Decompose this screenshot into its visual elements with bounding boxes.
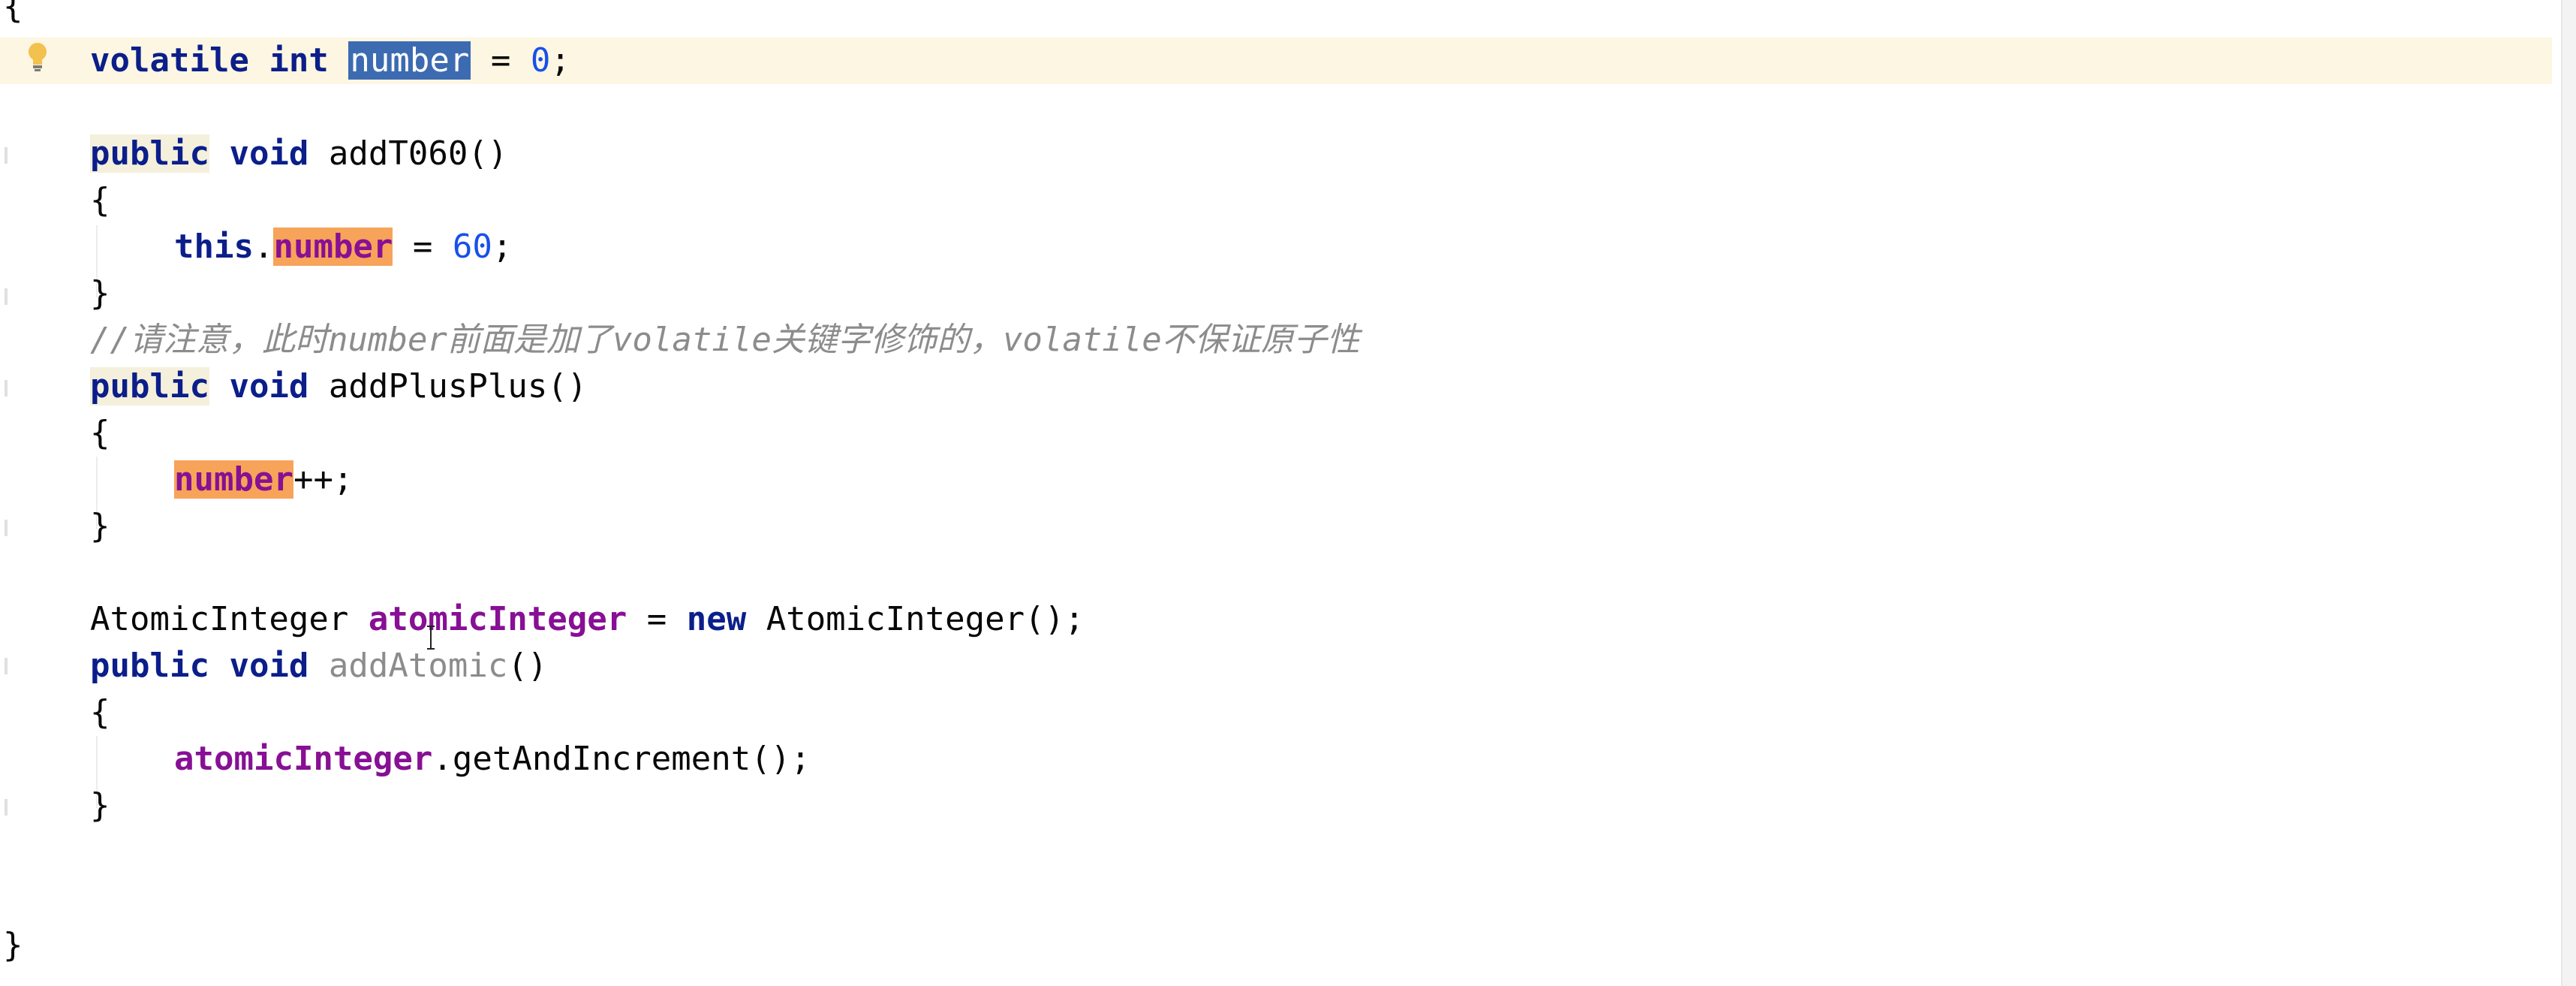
- code-line[interactable]: }: [0, 922, 2552, 969]
- code-line[interactable]: public void addT060(): [0, 131, 2552, 177]
- keyword: void: [229, 134, 309, 173]
- selected-identifier[interactable]: number: [348, 41, 471, 80]
- keyword: int: [269, 41, 329, 80]
- brace: {: [90, 414, 110, 452]
- method-signature: public void addPlusPlus(): [90, 363, 587, 410]
- code-line[interactable]: {: [0, 177, 2552, 224]
- code-line[interactable]: //请注意，此时number前面是加了volatile关键字修饰的，volati…: [0, 317, 2552, 363]
- number-literal: 0: [530, 41, 551, 80]
- code-line[interactable]: {: [0, 0, 2552, 30]
- keyword: public: [90, 647, 209, 685]
- brace: }: [90, 786, 110, 825]
- keyword: public: [90, 134, 209, 173]
- brace: {: [90, 693, 110, 731]
- number-literal: 60: [452, 228, 492, 266]
- brace: {: [90, 181, 110, 219]
- code-line[interactable]: atomicInteger.getAndIncrement();: [0, 736, 2552, 782]
- constructor-call: AtomicInteger();: [746, 600, 1085, 638]
- method-call-statement: atomicInteger.getAndIncrement();: [174, 736, 811, 782]
- brace: }: [90, 507, 110, 545]
- assignment-statement: this.number = 60;: [174, 224, 512, 270]
- comment: //请注意，此时number前面是加了volatile关键字修饰的，volati…: [90, 321, 1360, 359]
- method-call: .getAndIncrement();: [432, 740, 811, 778]
- code-line-current[interactable]: volatile int number = 0;: [0, 38, 2552, 84]
- code-line[interactable]: }: [0, 782, 2552, 829]
- code-line[interactable]: public void addAtomic(): [0, 643, 2552, 689]
- method-signature: public void addAtomic(): [90, 643, 547, 689]
- keyword: new: [686, 600, 747, 638]
- operator: =: [471, 41, 531, 80]
- brace: }: [3, 926, 23, 964]
- code-line[interactable]: {: [0, 410, 2552, 457]
- code-line[interactable]: }: [0, 503, 2552, 550]
- keyword: this: [174, 228, 254, 266]
- semicolon: ;: [492, 228, 513, 266]
- keyword: void: [229, 647, 309, 685]
- brace: }: [90, 274, 110, 312]
- operator: =: [393, 228, 453, 266]
- parens: (): [507, 647, 548, 685]
- semicolon: ;: [550, 41, 570, 80]
- type-name: AtomicInteger: [90, 600, 369, 638]
- increment-statement: number++;: [174, 457, 353, 503]
- code-line[interactable]: public void addPlusPlus(): [0, 363, 2552, 410]
- field-name: atomicInteger: [174, 740, 433, 778]
- editor-scrollbar[interactable]: [2561, 0, 2576, 986]
- code-editor[interactable]: { volatile int number = 0; public void a…: [0, 0, 2576, 986]
- method-name: addPlusPlus(): [308, 367, 588, 406]
- operator: ++;: [293, 460, 354, 499]
- keyword: public: [90, 367, 209, 406]
- code-line[interactable]: this.number = 60;: [0, 224, 2552, 270]
- keyword: volatile: [90, 41, 249, 80]
- field-declaration: AtomicInteger atomicInteger = new Atomic…: [90, 596, 1085, 643]
- dot: .: [253, 228, 274, 266]
- unused-method-name: addAtomic: [328, 647, 508, 685]
- operator: =: [627, 600, 687, 638]
- brace: {: [3, 0, 23, 26]
- method-signature: public void addT060(): [90, 131, 507, 177]
- code-line[interactable]: {: [0, 689, 2552, 736]
- code-line[interactable]: AtomicInteger atomicInteger = new Atomic…: [0, 596, 2552, 643]
- code-line[interactable]: number++;: [0, 457, 2552, 503]
- code-line[interactable]: }: [0, 270, 2552, 317]
- keyword: void: [229, 367, 309, 406]
- highlighted-usage[interactable]: number: [273, 228, 393, 266]
- method-name: addT060(): [308, 134, 508, 173]
- lightbulb-icon[interactable]: [23, 41, 53, 74]
- field-name: atomicInteger: [368, 600, 627, 638]
- field-declaration: volatile int number = 0;: [90, 38, 570, 84]
- highlighted-usage[interactable]: number: [174, 460, 293, 499]
